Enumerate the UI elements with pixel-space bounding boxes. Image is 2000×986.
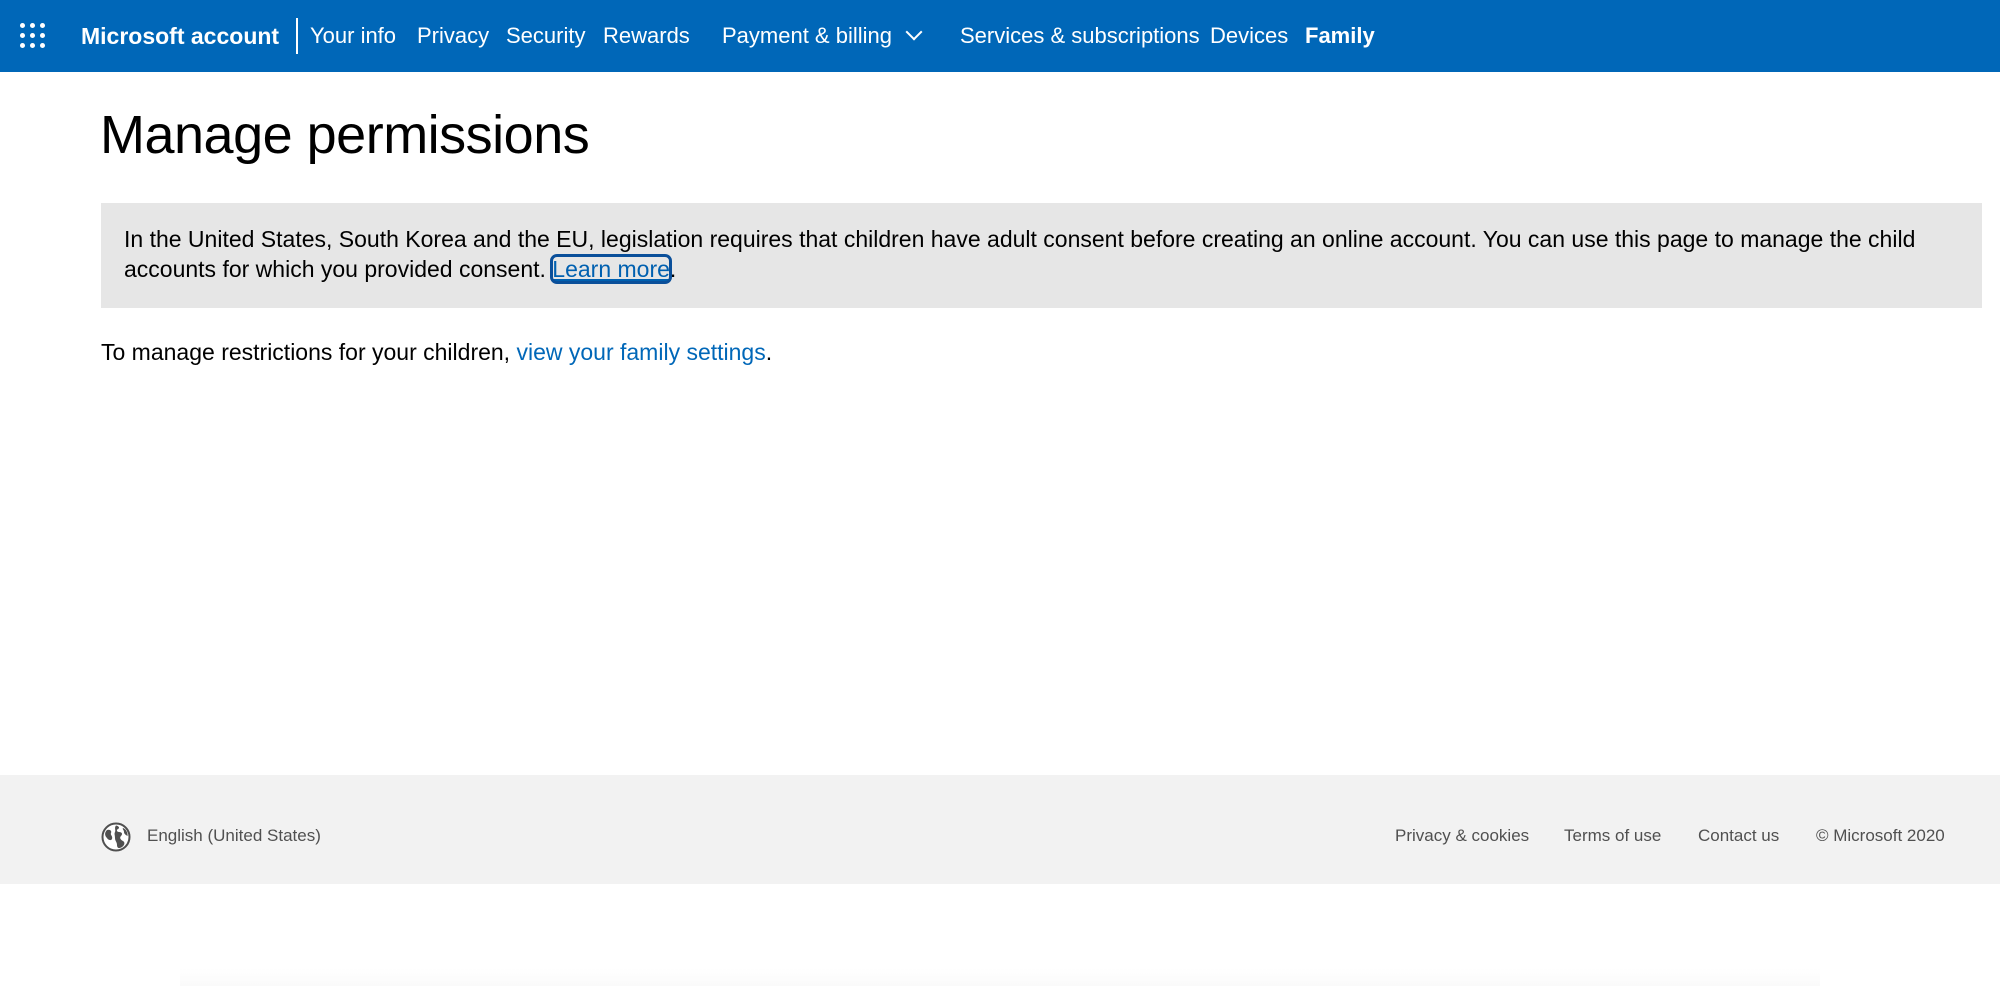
nav-payment-billing[interactable]: Payment & billing [722,0,923,72]
family-line-prefix: To manage restrictions for your children… [101,339,511,365]
consent-notice: In the United States, South Korea and th… [101,203,1982,308]
chevron-down-icon [905,23,923,41]
footer-privacy-cookies-link[interactable]: Privacy & cookies [1395,826,1529,846]
nav-services-subscriptions[interactable]: Services & subscriptions [960,0,1200,72]
nav-family[interactable]: Family [1305,0,1375,72]
top-nav-bar: Microsoft account Your info Privacy Secu… [0,0,2000,72]
learn-more-link[interactable]: Learn more [550,254,672,284]
nav-security[interactable]: Security [506,0,585,72]
family-settings-line: To manage restrictions for your children… [101,337,772,367]
language-selector[interactable]: English (United States) [147,826,321,846]
footer-contact-link[interactable]: Contact us [1698,826,1779,846]
nav-rewards[interactable]: Rewards [603,0,690,72]
waffle-icon[interactable] [20,23,46,49]
nav-your-info[interactable]: Your info [310,0,396,72]
globe-icon [101,822,131,852]
notice-suffix: . [669,256,677,282]
nav-divider [296,18,298,54]
brand-link[interactable]: Microsoft account [81,0,279,72]
nav-devices[interactable]: Devices [1210,0,1288,72]
footer-terms-link[interactable]: Terms of use [1564,826,1661,846]
nav-privacy[interactable]: Privacy [417,0,489,72]
page-title: Manage permissions [100,105,590,165]
nav-payment-billing-label: Payment & billing [722,23,892,48]
family-line-suffix: . [765,339,773,365]
footer-copyright: © Microsoft 2020 [1816,826,1945,845]
consent-notice-text: In the United States, South Korea and th… [124,226,1916,282]
family-settings-link[interactable]: view your family settings [516,339,765,365]
bottom-shadow [180,968,1820,986]
